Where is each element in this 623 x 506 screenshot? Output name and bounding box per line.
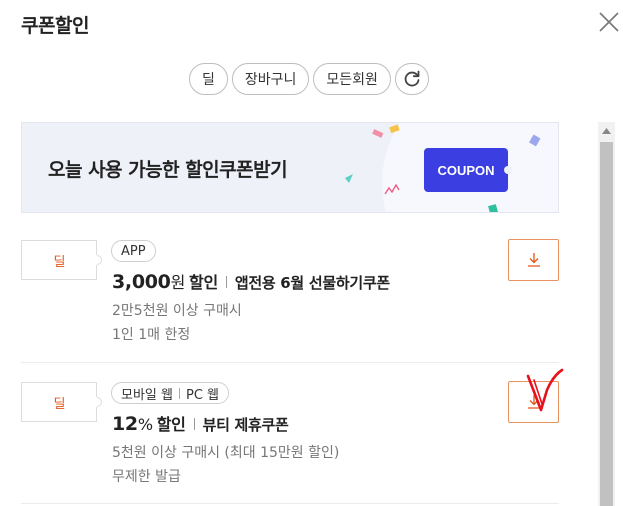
coupon-limit: 무제한 발급 (112, 469, 181, 485)
chevron-up-icon (602, 127, 611, 134)
page-title: 쿠폰할인 (21, 15, 89, 37)
filter-chips: 딜 장바구니 모든회원 (189, 63, 429, 97)
coupon-offer: 12 % 할인 뷰티 제휴쿠폰 (112, 411, 289, 435)
coupon-banner[interactable]: 오늘 사용 가능한 할인쿠폰받기 COUPON (21, 122, 559, 213)
scroll-up-arrow[interactable] (598, 122, 615, 139)
coupon-offer: 3,000 원 할인 앱전용 6월 선물하기쿠폰 (112, 269, 390, 293)
platform-tag: APP (111, 240, 156, 262)
coupon-notch (504, 166, 512, 174)
coupon-name: 뷰티 제휴쿠폰 (202, 416, 289, 434)
coupon-type-label: 딜 (53, 254, 66, 270)
tag-separator (178, 387, 180, 399)
coupon-type-label: 딜 (53, 396, 66, 412)
offer-separator (225, 276, 227, 288)
coupon-limit: 1인 1매 한정 (112, 327, 191, 343)
refresh-icon (404, 70, 420, 87)
discount-label: 할인 (156, 415, 186, 434)
filter-chip-all-members[interactable]: 모든회원 (313, 63, 391, 95)
download-coupon-button[interactable] (508, 239, 559, 281)
discount-amount: 3,000 (112, 271, 171, 293)
coupon-button[interactable]: COUPON (424, 148, 512, 192)
platform-tag-label: 모바일 웹 (121, 387, 173, 403)
offer-separator (193, 418, 195, 430)
scrollbar-thumb[interactable] (600, 142, 613, 506)
divider (21, 362, 559, 363)
download-icon (527, 253, 540, 267)
refresh-button[interactable] (394, 63, 429, 95)
platform-tag-label: PC 웹 (185, 387, 219, 403)
discount-label: 할인 (189, 273, 218, 292)
coupon-type-ticket: 딜 (21, 240, 102, 280)
checkmark-annotation-icon (526, 368, 564, 412)
discount-unit: % (137, 415, 153, 434)
discount-unit: 원 (170, 273, 186, 292)
filter-chip-deal[interactable]: 딜 (189, 63, 228, 95)
discount-amount: 12 (112, 413, 138, 435)
coupon-type-ticket: 딜 (21, 382, 102, 422)
filter-chip-cart[interactable]: 장바구니 (231, 63, 310, 95)
coupon-condition: 2만5천원 이상 구매시 (112, 303, 242, 319)
coupon-name: 앱전용 6월 선물하기쿠폰 (234, 274, 390, 292)
coupon-button-label: COUPON (437, 162, 495, 178)
divider (21, 503, 559, 504)
platform-tag: 모바일 웹 PC 웹 (111, 382, 229, 404)
platform-tag-label: APP (121, 243, 146, 259)
close-icon[interactable] (598, 11, 620, 33)
coupon-condition: 5천원 이상 구매시 (최대 15만원 할인) (112, 445, 340, 461)
